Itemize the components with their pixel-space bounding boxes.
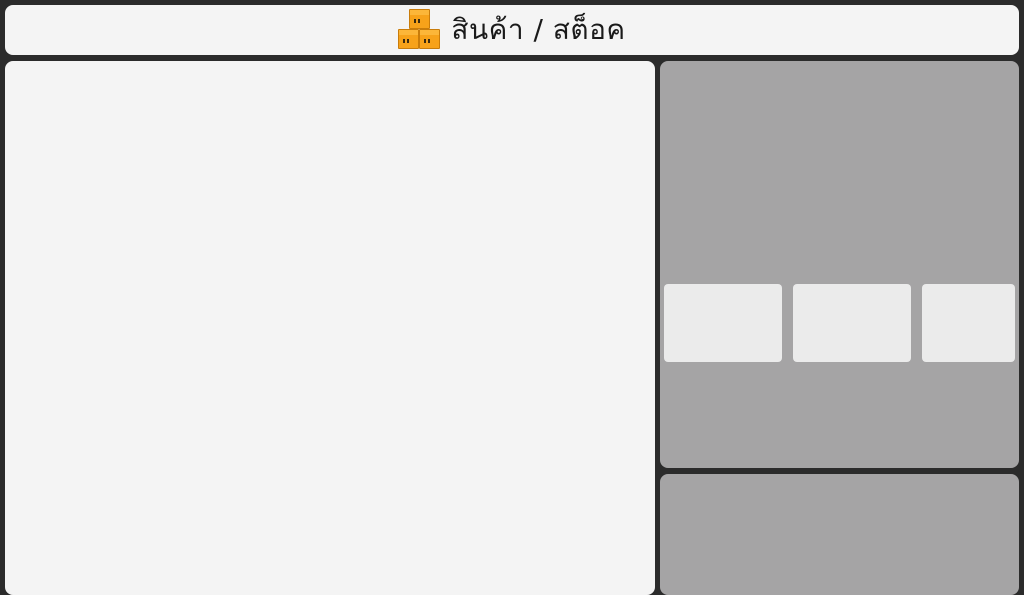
box-shape bbox=[419, 29, 441, 49]
box-shape bbox=[409, 9, 431, 29]
stacked-boxes-icon bbox=[398, 9, 442, 51]
header-bar: สินค้า / สต็อค bbox=[5, 5, 1019, 55]
product-list-panel bbox=[5, 61, 655, 595]
side-card[interactable] bbox=[793, 284, 911, 362]
side-panel-bottom bbox=[660, 474, 1019, 595]
side-card[interactable] bbox=[922, 284, 1015, 362]
side-panel-top bbox=[660, 61, 1019, 468]
page-title: สินค้า / สต็อค bbox=[451, 13, 626, 46]
box-shape bbox=[398, 29, 420, 49]
side-card[interactable] bbox=[664, 284, 782, 362]
